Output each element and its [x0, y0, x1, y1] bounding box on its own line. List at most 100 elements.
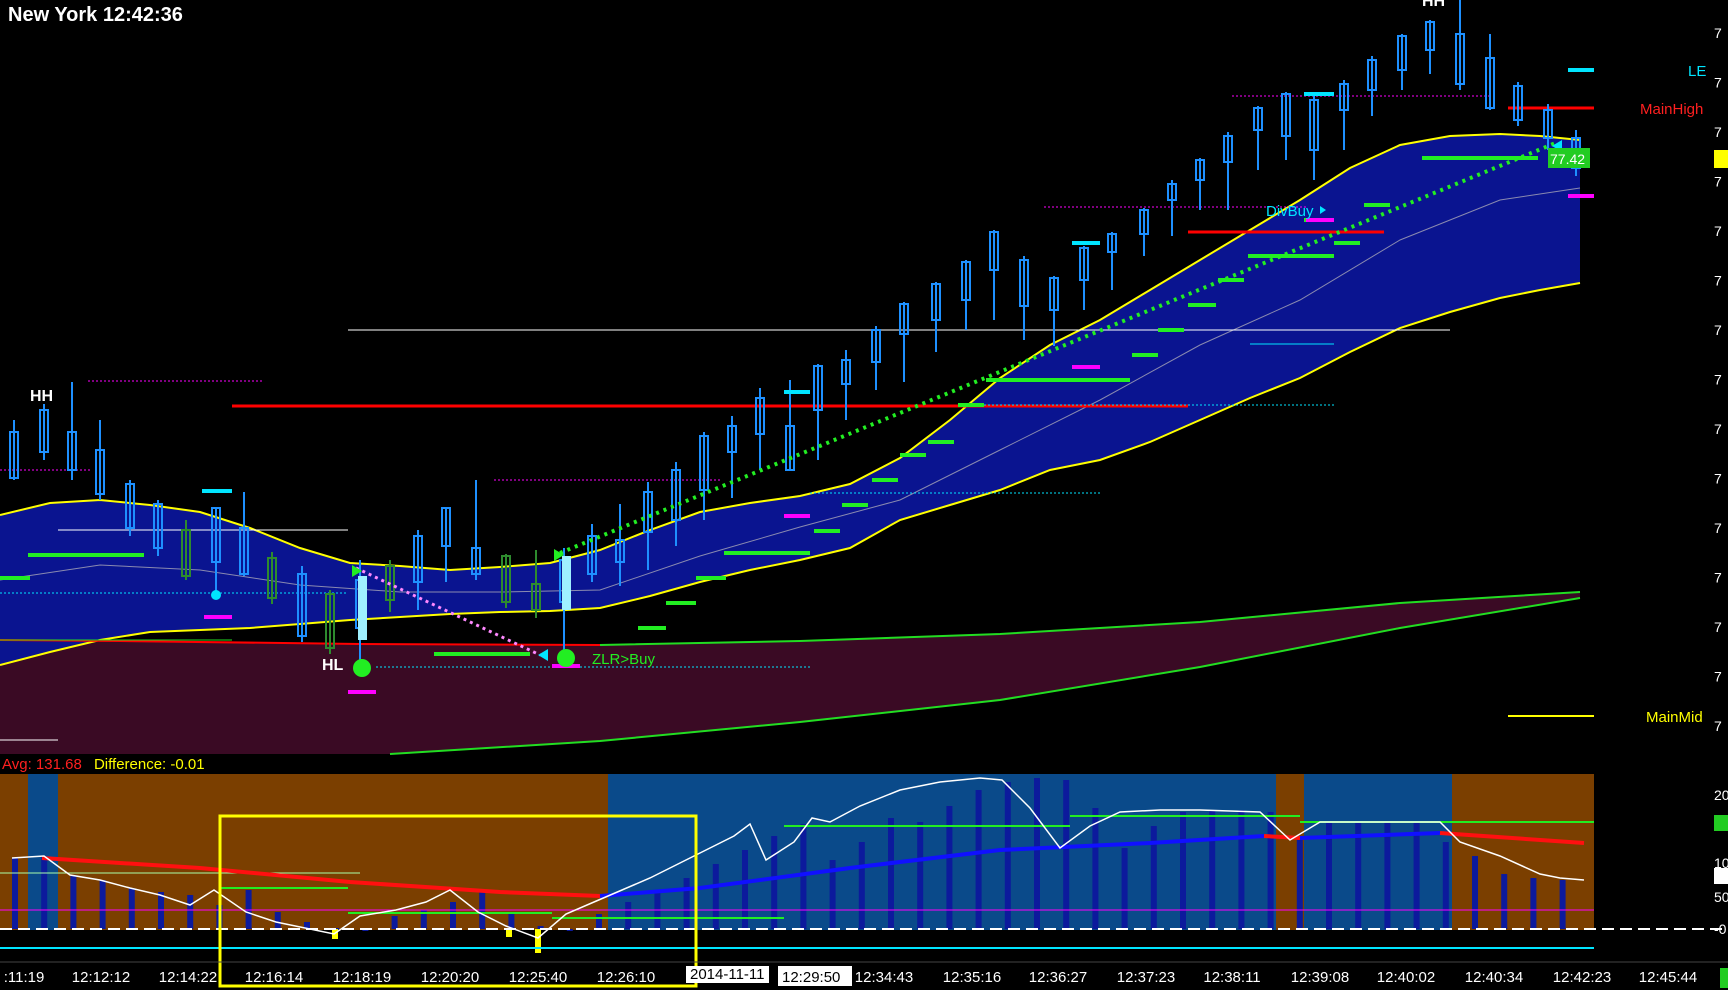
zlr-green-dot — [557, 649, 575, 667]
osc-bar — [1413, 822, 1420, 929]
x-tick-label: 12:25:40 — [509, 969, 567, 986]
x-tick-label: 12:16:14 — [245, 969, 303, 986]
x-tick-label: 12:38:11 — [1203, 969, 1260, 986]
mainmid-label: MainMid — [1646, 709, 1703, 726]
x-tick-label: 12:40:02 — [1377, 969, 1435, 986]
osc-bar — [888, 818, 894, 929]
osc-bar — [70, 875, 77, 929]
hl-label: HL — [322, 657, 344, 674]
y-tick-label: 7 — [1714, 223, 1722, 239]
hh-left-label: HH — [30, 388, 53, 405]
osc-bar — [1530, 878, 1537, 929]
osc-bar — [1267, 812, 1274, 929]
osc-bar — [12, 858, 18, 929]
y-tick-label: 7 — [1714, 273, 1722, 289]
osc-bar-neg — [535, 929, 541, 953]
osc-bar — [1180, 812, 1186, 929]
y-tick-label: 7 — [1714, 421, 1722, 437]
mainhigh-label: MainHigh — [1640, 101, 1703, 118]
osc-bar — [1004, 782, 1011, 929]
osc-bar — [975, 790, 982, 929]
le-label: LE — [1688, 63, 1706, 80]
osc-bar — [1092, 808, 1099, 929]
osc-bar — [625, 902, 632, 929]
osc-bar — [1384, 822, 1391, 929]
y-tick-label: 7 — [1714, 372, 1722, 388]
window-title: New York 12:42:36 — [8, 4, 183, 26]
time-axis: :11:19 12:12:12 12:14:22 12:16:14 12:18:19 12… — [4, 966, 1697, 986]
osc-bar — [683, 878, 690, 929]
osc-bar — [858, 842, 865, 929]
x-tick-label: 12:14:22 — [159, 969, 217, 986]
osc-bar — [1209, 810, 1216, 929]
zlr-buy-label: ZLR>Buy — [592, 651, 655, 668]
y-tick-label: 7 — [1714, 471, 1722, 487]
oscillator-panel: 2015107450-0 — [0, 774, 1728, 988]
osc-bar — [596, 914, 602, 929]
y-tick-label: 7 — [1714, 124, 1722, 140]
osc-y-tick-label: 50 — [1714, 889, 1728, 905]
y-tick-label: 7 — [1714, 619, 1722, 635]
osc-bar-neg — [506, 929, 512, 937]
osc-bar — [1559, 880, 1566, 929]
y-tick-label: 7 — [1714, 520, 1722, 536]
osc-bar — [187, 895, 194, 929]
cyan-dot — [211, 590, 221, 600]
avg-label: Avg: 131.68 — [2, 756, 82, 773]
candle-body-highlight — [358, 576, 367, 640]
right-price-axis: 7 7 7 7 7 7 7 7 7 7 7 7 7 7 7 — [1714, 25, 1722, 734]
hl-green-dot — [353, 659, 371, 677]
x-tick-label: 12:37:23 — [1117, 969, 1175, 986]
osc-blue-zone-2 — [608, 774, 1276, 930]
y-tick-label: 7 — [1714, 75, 1722, 91]
date-tag: 2014-11-11 — [686, 966, 769, 983]
osc-bar — [41, 856, 48, 929]
osc-bar — [99, 880, 106, 929]
x-tick-label: 12:36:27 — [1029, 969, 1087, 986]
x-tick-label: 12:20:20 — [421, 969, 479, 986]
x-tick-label: 12:18:19 — [333, 969, 391, 986]
x-tick-label: 12:34:43 — [855, 969, 913, 986]
chart-canvas: HH HH HL ZLR>Buy DivBuy LE MainHigh Main… — [0, 0, 1728, 988]
osc-bar — [1472, 856, 1478, 929]
osc-bar — [1501, 874, 1508, 929]
osc-bar — [1121, 848, 1128, 929]
y-tick-label: 7 — [1714, 25, 1722, 41]
y-tick-label: 7 — [1714, 322, 1722, 338]
osc-bar — [128, 888, 135, 929]
osc-bar — [1355, 822, 1362, 929]
price-tag-label: 77.42 — [1550, 151, 1585, 167]
y-tick-label: 7 — [1714, 174, 1722, 190]
osc-bar — [391, 916, 398, 929]
osc-bar — [1063, 780, 1070, 929]
x-tick-label: 12:39:08 — [1291, 969, 1349, 986]
right-green-box — [1720, 968, 1728, 988]
osc-bar — [1034, 778, 1040, 929]
osc-bar — [1442, 842, 1449, 929]
right-yellow-price-box — [1714, 150, 1728, 168]
osc-bar — [917, 822, 924, 929]
x-tick-label: 12:29:50 — [782, 969, 840, 986]
osc-bar — [771, 836, 778, 929]
y-tick-label: 7 — [1714, 669, 1722, 685]
osc-bar — [1238, 810, 1245, 929]
x-tick-label: 12:35:16 — [943, 969, 1001, 986]
osc-bar — [450, 902, 456, 929]
osc-y-tick-label: -0 — [1714, 921, 1727, 937]
difference-label: Difference: -0.01 — [93, 756, 205, 773]
x-tick-label: 12:26:10 — [597, 969, 655, 986]
osc-bar — [1296, 840, 1303, 929]
x-tick-label: 12:12:12 — [72, 969, 130, 986]
candle-body-highlight — [562, 556, 571, 610]
x-tick-label: :11:19 — [4, 969, 45, 986]
x-tick-label: 12:40:34 — [1465, 969, 1523, 986]
y-tick-label: 7 — [1714, 570, 1722, 586]
hh-top-label: HH — [1422, 0, 1445, 10]
osc-bar — [946, 806, 953, 929]
x-tick-label: 12:42:23 — [1553, 969, 1611, 986]
divbuy-label: DivBuy — [1266, 203, 1314, 220]
right-osc-axis: 2015107450-0 — [1714, 787, 1728, 937]
osc-y-tick-label: 20 — [1714, 787, 1728, 803]
osc-bar — [274, 912, 281, 929]
osc-bar — [712, 864, 719, 929]
